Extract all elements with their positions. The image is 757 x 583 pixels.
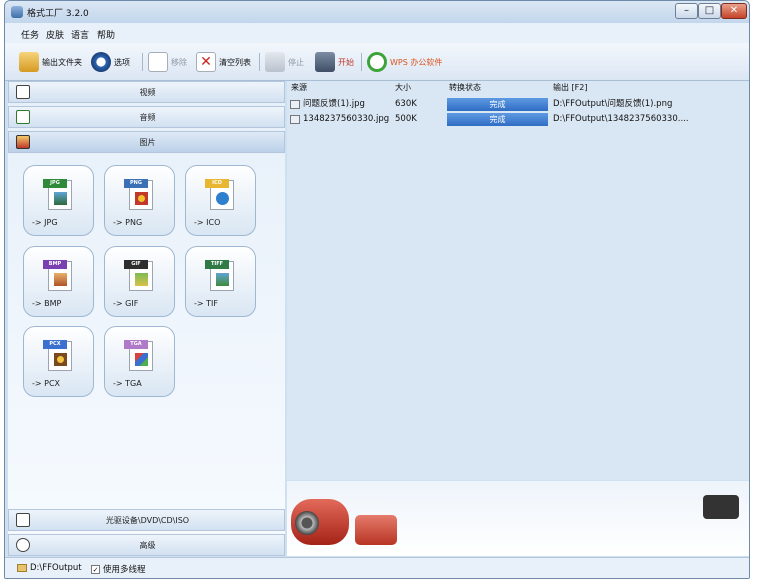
menu-task[interactable]: 任务 xyxy=(21,28,39,41)
options-icon xyxy=(91,52,111,72)
clear-list-button[interactable]: ✕ 清空列表 xyxy=(196,51,251,73)
image-file-icon xyxy=(290,100,300,109)
table-row[interactable]: 问题反馈(1).jpg 630K 完成 D:\FFOutput\问题反馈(1).… xyxy=(287,98,749,111)
convert-to-pcx-tile[interactable]: PCX -> PCX xyxy=(23,326,94,397)
delete-x-icon: ✕ xyxy=(196,52,216,72)
convert-to-tif-tile[interactable]: TIFF -> TIF xyxy=(185,246,256,317)
phone-icon xyxy=(703,495,739,519)
title-bar[interactable]: 格式工厂 3.2.0 – □ ✕ xyxy=(5,1,749,23)
wps-link[interactable]: WPS 办公软件 xyxy=(367,51,442,73)
column-output[interactable]: 输出 [F2] xyxy=(553,82,587,96)
document-icon xyxy=(148,52,168,72)
column-status[interactable]: 转换状态 xyxy=(449,82,481,96)
convert-to-png-tile[interactable]: PNG -> PNG xyxy=(104,165,175,236)
wps-icon xyxy=(367,52,387,72)
start-button[interactable]: 开始 xyxy=(315,51,354,73)
menu-skin[interactable]: 皮肤 xyxy=(46,28,64,41)
output-path[interactable]: D:\FFOutput xyxy=(17,563,82,573)
table-row[interactable]: 1348237560330.jpg 500K 完成 D:\FFOutput\13… xyxy=(287,113,749,126)
lens-icon xyxy=(295,511,319,535)
folder-icon xyxy=(17,564,27,572)
close-button[interactable]: ✕ xyxy=(721,3,747,19)
camera-icon xyxy=(355,515,397,545)
stop-icon xyxy=(265,52,285,72)
ico-file-icon: ICO xyxy=(205,179,234,210)
options-button[interactable]: 选项 xyxy=(91,51,130,73)
ad-banner[interactable] xyxy=(287,481,749,556)
status-badge: 完成 xyxy=(447,113,548,126)
remove-button[interactable]: 移除 xyxy=(148,51,187,73)
stop-button[interactable]: 停止 xyxy=(265,51,304,73)
image-file-icon xyxy=(290,115,300,124)
maximize-button[interactable]: □ xyxy=(698,3,721,19)
checkbox-checked-icon: ✓ xyxy=(91,564,100,574)
menu-bar: 任务 皮肤 语言 帮助 xyxy=(5,23,749,43)
window-title: 格式工厂 3.2.0 xyxy=(27,9,89,19)
column-size[interactable]: 大小 xyxy=(395,82,411,96)
category-picture[interactable]: 图片 xyxy=(8,131,285,153)
jpg-file-icon: JPG xyxy=(43,179,72,210)
png-file-icon: PNG xyxy=(124,179,153,210)
convert-to-bmp-tile[interactable]: BMP -> BMP xyxy=(23,246,94,317)
app-icon xyxy=(11,6,23,18)
convert-to-gif-tile[interactable]: GIF -> GIF xyxy=(104,246,175,317)
app-window: 格式工厂 3.2.0 – □ ✕ 任务 皮肤 语言 帮助 输出文件夹 选项 移除… xyxy=(4,0,750,579)
pcx-file-icon: PCX xyxy=(43,340,72,371)
convert-to-jpg-tile[interactable]: JPG -> JPG xyxy=(23,165,94,236)
gif-file-icon: GIF xyxy=(124,260,153,291)
column-source[interactable]: 来源 xyxy=(291,82,307,96)
category-pane: 视频 音频 图片 JPG -> JPG PNG -> PNG ICO -> IC… xyxy=(8,81,285,556)
tga-file-icon: TGA xyxy=(124,340,153,371)
minimize-button[interactable]: – xyxy=(675,3,698,19)
category-audio[interactable]: 音频 xyxy=(8,106,285,128)
output-folder-button[interactable]: 输出文件夹 xyxy=(19,51,82,73)
menu-language[interactable]: 语言 xyxy=(71,28,89,41)
category-optical-disc[interactable]: 光驱设备\DVD\CD\ISO xyxy=(8,509,285,531)
folder-icon xyxy=(19,52,39,72)
category-advanced[interactable]: 高级 xyxy=(8,534,285,556)
tif-file-icon: TIFF xyxy=(205,260,234,291)
status-badge: 完成 xyxy=(447,98,548,111)
status-bar: D:\FFOutput ✓ 使用多线程 xyxy=(5,557,749,578)
start-icon xyxy=(315,52,335,72)
menu-help[interactable]: 帮助 xyxy=(97,28,115,41)
multithread-checkbox[interactable]: ✓ 使用多线程 xyxy=(91,563,146,575)
category-video[interactable]: 视频 xyxy=(8,81,285,103)
convert-to-tga-tile[interactable]: TGA -> TGA xyxy=(104,326,175,397)
task-list[interactable]: 来源 大小 转换状态 输出 [F2] 问题反馈(1).jpg 630K 完成 D… xyxy=(287,81,749,480)
toolbar: 输出文件夹 选项 移除 ✕ 清空列表 停止 开始 WPS 办公软件 xyxy=(5,43,749,81)
bmp-file-icon: BMP xyxy=(43,260,72,291)
convert-to-ico-tile[interactable]: ICO -> ICO xyxy=(185,165,256,236)
